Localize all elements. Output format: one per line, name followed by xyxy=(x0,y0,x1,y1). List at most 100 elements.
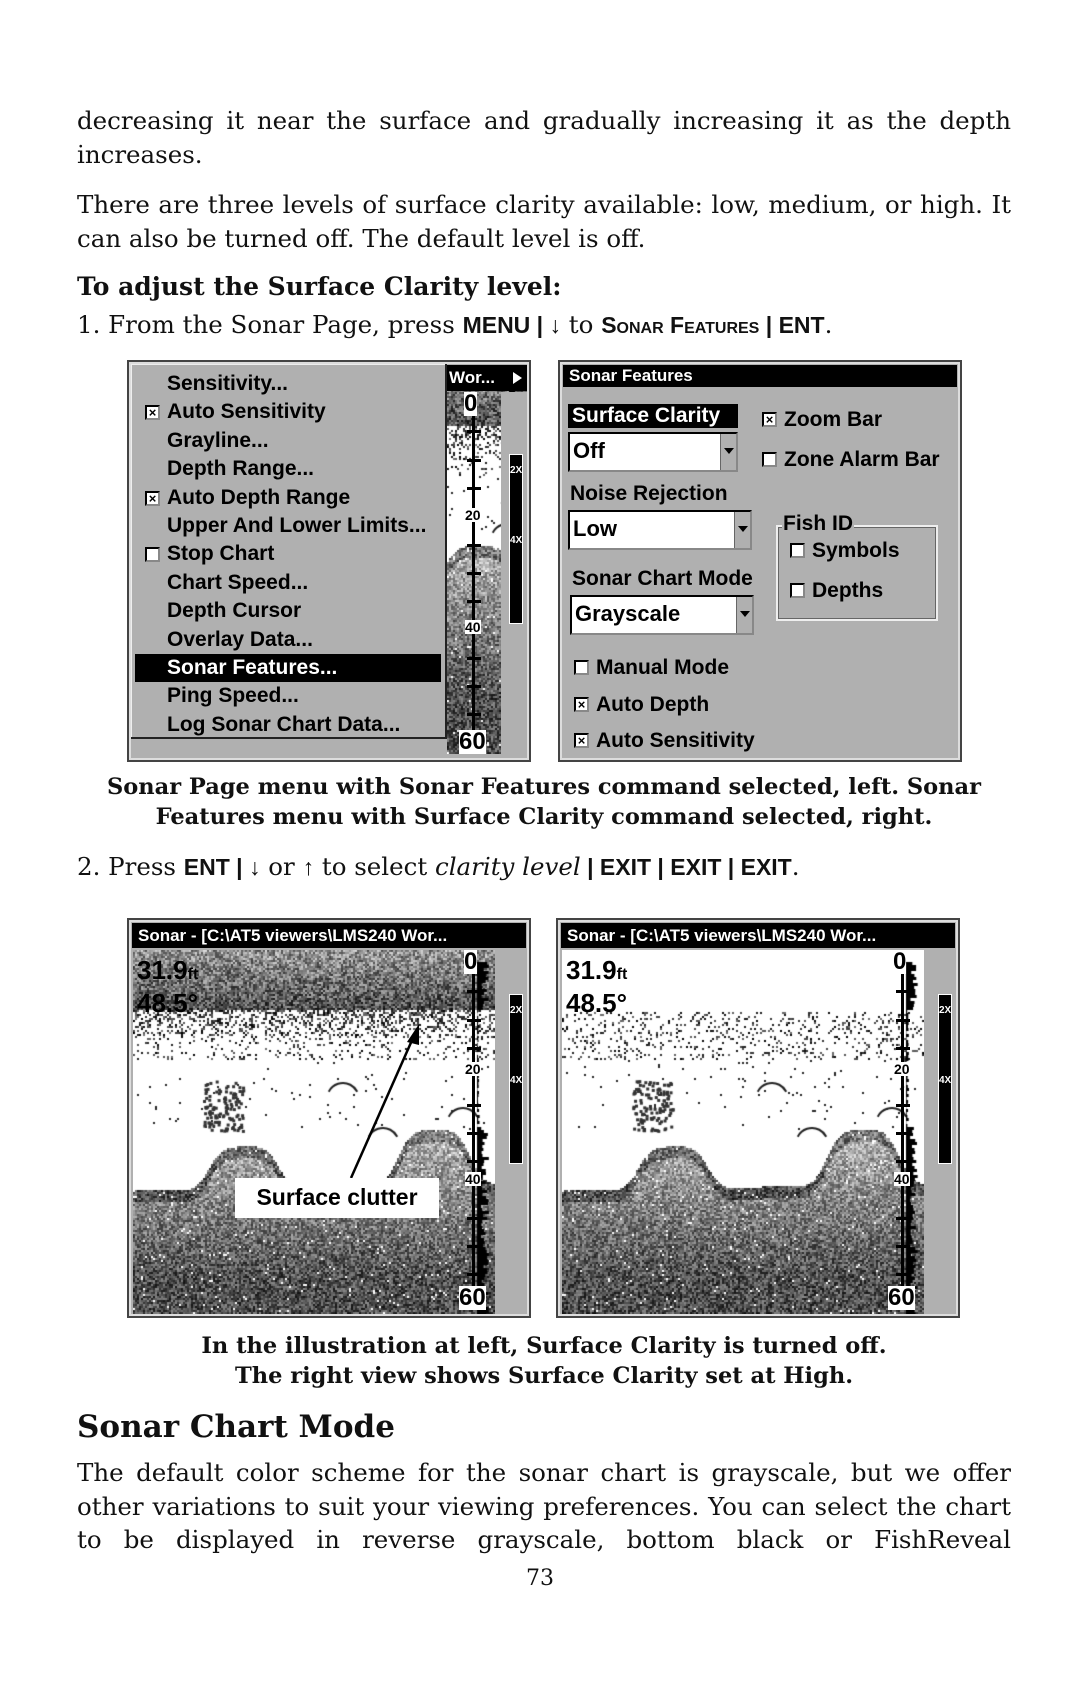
depths-checkbox[interactable]: Depths xyxy=(790,580,883,602)
checkbox-unchecked-icon[interactable] xyxy=(790,583,805,598)
paragraph-levels: There are three levels of surface clarit… xyxy=(77,190,1011,253)
menu-item[interactable]: Depth Cursor xyxy=(135,597,441,625)
menu-item[interactable]: × Auto Sensitivity xyxy=(135,398,441,426)
menu-item-label: Ping Speed... xyxy=(167,684,299,708)
menu-item[interactable]: Chart Speed... xyxy=(135,569,441,597)
depth-label: 40 xyxy=(894,1171,910,1187)
depth-tick xyxy=(896,1245,910,1248)
depth-tick xyxy=(896,1131,910,1135)
checkbox-label: Auto Sensitivity xyxy=(596,729,755,752)
depth-tick xyxy=(467,1046,481,1050)
menu-item[interactable]: Log Sonar Chart Data... xyxy=(135,711,441,739)
menu-item[interactable]: Grayline... xyxy=(135,427,441,455)
zoom-bar[interactable]: 2X 4X xyxy=(509,454,523,624)
menu-item[interactable]: Upper And Lower Limits... xyxy=(135,512,441,540)
key-ent: ENT xyxy=(778,312,825,338)
menu-item[interactable]: Sonar Features... xyxy=(135,654,441,682)
surface-clarity-label[interactable]: Surface Clarity xyxy=(568,404,738,428)
menu-item[interactable]: Ping Speed... xyxy=(135,682,441,710)
sonar-page-menu-screenshot: Wor... 2X 4X 0 20 40 60 Sensitivity... × A… xyxy=(127,360,531,762)
zoom-bar-checkbox[interactable]: × Zoom Bar xyxy=(762,409,882,431)
depth-tick xyxy=(467,685,481,688)
figure-caption-2-line-1: In the illustration at left, Surface Cla… xyxy=(201,1333,887,1359)
key-sonar-features: Sonar Features xyxy=(601,312,760,338)
checkbox-checked-icon[interactable]: × xyxy=(574,733,589,748)
chevron-down-icon[interactable] xyxy=(736,597,752,633)
menu-item-label: Log Sonar Chart Data... xyxy=(167,712,401,736)
step-text: . xyxy=(824,310,833,339)
separator: | xyxy=(721,854,741,880)
sonar-view-screenshot: Sonar - [C:\AT5 viewers\LMS240 Wor... 2X 4… xyxy=(127,918,531,1318)
checkbox-unchecked-icon[interactable] xyxy=(145,547,160,563)
key-exit: EXIT xyxy=(740,854,792,880)
auto-sensitivity-checkbox[interactable]: × Auto Sensitivity xyxy=(574,730,755,752)
depth-unit: ft xyxy=(616,966,628,983)
figure-caption-1: Sonar Page menu with Sonar Features comm… xyxy=(107,774,981,830)
arrow-down-icon: ↓ xyxy=(249,854,261,880)
checkbox-checked-icon[interactable]: × xyxy=(145,405,160,421)
checkbox-checked-icon[interactable]: × xyxy=(145,490,160,506)
fish-id-label: Fish ID xyxy=(782,512,855,536)
depth-tick xyxy=(467,486,481,490)
depth-tick xyxy=(896,1273,910,1277)
menu-item-label: Auto Depth Range xyxy=(167,485,351,509)
dropdown-value: Grayscale xyxy=(575,601,681,626)
depth-label: 0 xyxy=(893,948,907,975)
dropdown-value: Low xyxy=(573,516,617,541)
zoom-bar[interactable]: 2X 4X xyxy=(938,994,952,1164)
checkbox-unchecked-icon[interactable] xyxy=(790,543,805,558)
checkbox-unchecked-icon[interactable] xyxy=(574,660,589,675)
depth-label: 40 xyxy=(465,619,481,635)
noise-rejection-label: Noise Rejection xyxy=(570,482,728,505)
clarity-level-text: clarity level xyxy=(435,852,581,881)
chevron-down-icon[interactable] xyxy=(734,512,750,548)
separator: | xyxy=(229,854,250,880)
menu-item[interactable]: Depth Range... xyxy=(135,455,441,483)
depth-tick xyxy=(467,430,481,434)
depth-tick xyxy=(467,571,481,575)
window-title-bar: Wor... xyxy=(447,365,527,391)
menu-item[interactable]: Overlay Data... xyxy=(135,626,441,654)
step-text: to xyxy=(561,310,602,339)
key-exit: EXIT xyxy=(670,854,722,880)
chevron-down-icon[interactable] xyxy=(720,434,736,470)
depth-label: 20 xyxy=(894,1061,910,1077)
step-text: or xyxy=(260,852,303,881)
menu-item[interactable]: Sensitivity... xyxy=(135,370,441,398)
menu-item[interactable]: × Auto Depth Range xyxy=(135,484,441,512)
step-text: . xyxy=(791,852,800,881)
checkbox-checked-icon[interactable]: × xyxy=(762,412,777,427)
checkbox-checked-icon[interactable]: × xyxy=(574,697,589,712)
depth-temp-readout: 31.9ft 48.5° xyxy=(566,956,627,1017)
menu-item[interactable]: Stop Chart xyxy=(135,540,441,568)
depth-tick xyxy=(896,990,910,994)
symbols-checkbox[interactable]: Symbols xyxy=(790,540,900,562)
paragraph-chart-mode: The default color scheme for the sonar c… xyxy=(77,1458,1011,1554)
zone-alarm-bar-checkbox[interactable]: Zone Alarm Bar xyxy=(762,449,940,471)
checkbox-unchecked-icon[interactable] xyxy=(762,452,777,467)
page-number: 73 xyxy=(526,1566,554,1591)
triangle-right-icon[interactable] xyxy=(513,372,522,384)
depth-tick xyxy=(467,458,481,462)
auto-depth-checkbox[interactable]: × Auto Depth xyxy=(574,694,709,716)
menu-item-label: Sensitivity... xyxy=(167,372,288,395)
window-title-bar: Sonar Features xyxy=(563,365,957,387)
depth-label: 20 xyxy=(465,507,481,523)
menu-item-label: Sonar Features... xyxy=(167,656,338,679)
surface-clarity-dropdown[interactable]: Off xyxy=(568,432,738,472)
noise-rejection-dropdown[interactable]: Low xyxy=(568,510,752,550)
menu-item-label: Depth Range... xyxy=(167,457,315,481)
depth-tick xyxy=(467,656,481,660)
manual-mode-checkbox[interactable]: Manual Mode xyxy=(574,657,729,679)
separator: | xyxy=(651,854,671,880)
sonar-chart-mode-dropdown[interactable]: Grayscale xyxy=(570,595,754,635)
zoom-label: 4X xyxy=(510,535,523,546)
section-heading-text: Sonar Chart Mode xyxy=(77,1409,395,1445)
depth-tick xyxy=(896,1160,910,1164)
window-title: Wor... xyxy=(449,368,495,387)
depth-tick xyxy=(467,543,481,547)
depth-tick xyxy=(467,600,481,604)
menu-item-label: Upper And Lower Limits... xyxy=(167,514,427,537)
step-2: 2. Press ENT | ↓ or ↑ to select clarity … xyxy=(77,850,800,884)
menu-item-label: Depth Cursor xyxy=(167,599,302,623)
